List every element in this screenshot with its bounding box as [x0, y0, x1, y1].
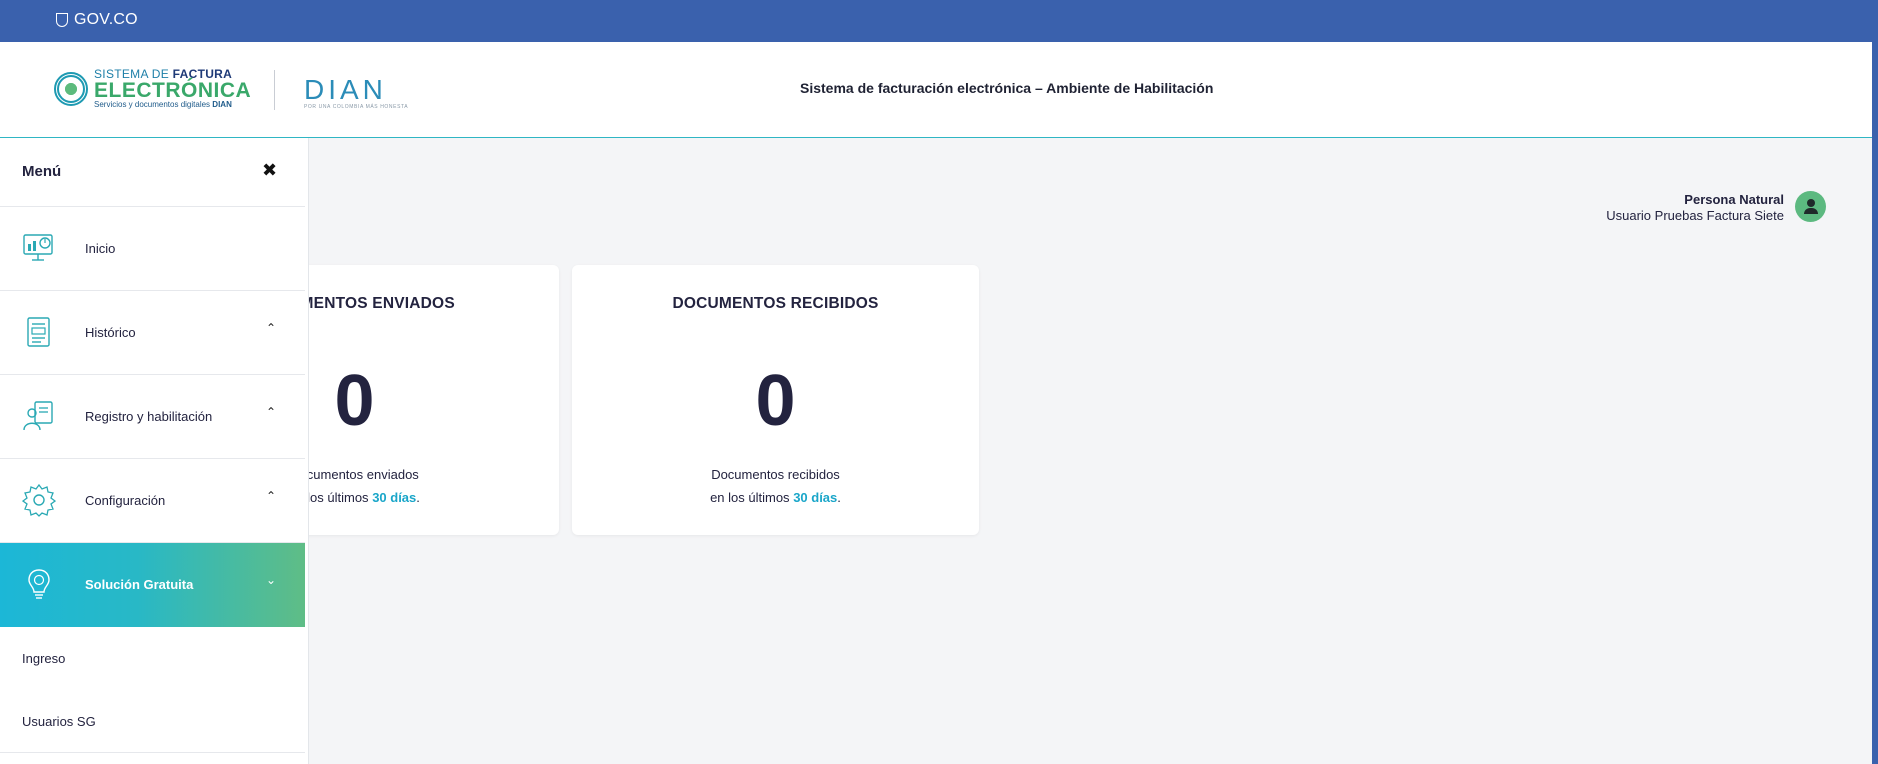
- sidebar-item-solucion-gratuita[interactable]: Solución Gratuita ⌄: [0, 543, 305, 627]
- user-name: Usuario Pruebas Factura Siete: [1606, 208, 1784, 223]
- gov-bar: GOV.CO: [0, 0, 1878, 42]
- menu-header: Menú ✖: [0, 138, 305, 207]
- avatar-body: [1803, 208, 1818, 214]
- sidebar-subitem-label: Usuarios SG: [22, 714, 96, 729]
- lightbulb-coin-icon: [28, 569, 50, 599]
- dian-logo-text: DIAN: [304, 74, 387, 105]
- logo-line3-a: Servicios y documentos digitales: [94, 100, 211, 109]
- chevron-up-icon[interactable]: ⌃: [266, 405, 276, 419]
- document-list-icon: [27, 317, 50, 347]
- card-desc-prefix: en los últimos: [710, 490, 790, 505]
- sidebar-item-label: Registro y habilitación: [85, 409, 213, 424]
- sidebar-item-registro[interactable]: Registro y habilitación ⌃: [0, 375, 305, 459]
- user-info: Persona Natural Usuario Pruebas Factura …: [1606, 192, 1784, 224]
- sidebar-subitem-ingreso[interactable]: Ingreso: [0, 627, 305, 690]
- card-description: Documentos recibidos en los últimos 30 d…: [572, 463, 979, 509]
- sidebar-subitem-label: Ingreso: [22, 651, 66, 666]
- chevron-up-icon[interactable]: ⌃: [266, 489, 276, 503]
- globe-logo-icon: [54, 71, 88, 106]
- sidebar-item-inicio[interactable]: Inicio: [0, 207, 305, 291]
- gear-icon: [22, 483, 56, 517]
- page-title: Sistema de facturación electrónica – Amb…: [800, 80, 1214, 96]
- chevron-up-icon[interactable]: ⌃: [266, 321, 276, 335]
- card-count: 0: [755, 361, 796, 441]
- close-icon[interactable]: ✖: [262, 160, 277, 181]
- card-title: DOCUMENTOS RECIBIDOS: [672, 295, 879, 312]
- sidebar-item-label: Inicio: [85, 241, 116, 256]
- sidebar-item-configuracion[interactable]: Configuración ⌃: [0, 459, 305, 543]
- sidebar-item-label: Configuración: [85, 493, 166, 508]
- sidebar-item-historico[interactable]: Histórico ⌃: [0, 291, 305, 375]
- card-desc-suffix: .: [416, 490, 420, 505]
- logo-divider: [274, 70, 275, 110]
- sfe-logo[interactable]: SISTEMA DE FACTURA ELECTRÓNICA Servicios…: [54, 68, 251, 109]
- chevron-down-icon[interactable]: ⌄: [266, 573, 276, 587]
- received-documents-card: DOCUMENTOS RECIBIDOS 0 Documentos recibi…: [572, 265, 979, 535]
- site-header: SISTEMA DE FACTURA ELECTRÓNICA Servicios…: [0, 42, 1872, 138]
- card-desc-suffix: .: [837, 490, 841, 505]
- sidebar-subitem-usuarios-sg[interactable]: Usuarios SG: [0, 690, 305, 753]
- avatar-head: [1806, 199, 1815, 207]
- dian-logo[interactable]: DIAN POR UNA COLOMBIA MÁS HONESTA: [304, 74, 408, 110]
- gov-co-label: GOV.CO: [74, 11, 138, 28]
- user-role: Persona Natural: [1684, 192, 1784, 207]
- sidebar-item-label: Histórico: [85, 325, 136, 340]
- monitor-chart-icon: [23, 234, 53, 261]
- card-desc-highlight: 30 días: [372, 490, 417, 505]
- card-desc-highlight: 30 días: [793, 490, 838, 505]
- user-avatar-icon[interactable]: [1795, 191, 1826, 222]
- clipboard-person-icon: [23, 401, 53, 431]
- dian-tagline: POR UNA COLOMBIA MÁS HONESTA: [304, 104, 409, 110]
- card-desc-line1: Documentos recibidos: [711, 467, 840, 482]
- logo-line2: ELECTRÓNICA: [94, 79, 252, 102]
- shield-icon: [56, 13, 68, 27]
- logo-line3-b: DIAN: [212, 100, 232, 109]
- menu-title: Menú: [22, 163, 62, 180]
- gov-co-link[interactable]: GOV.CO: [56, 11, 138, 29]
- scrollbar-track[interactable]: [1872, 0, 1878, 764]
- sidebar-item-label: Solución Gratuita: [85, 577, 194, 592]
- divider: [0, 752, 305, 753]
- sidebar-menu: Menú ✖ Inicio Histórico ⌃ Registro y hab…: [0, 138, 309, 764]
